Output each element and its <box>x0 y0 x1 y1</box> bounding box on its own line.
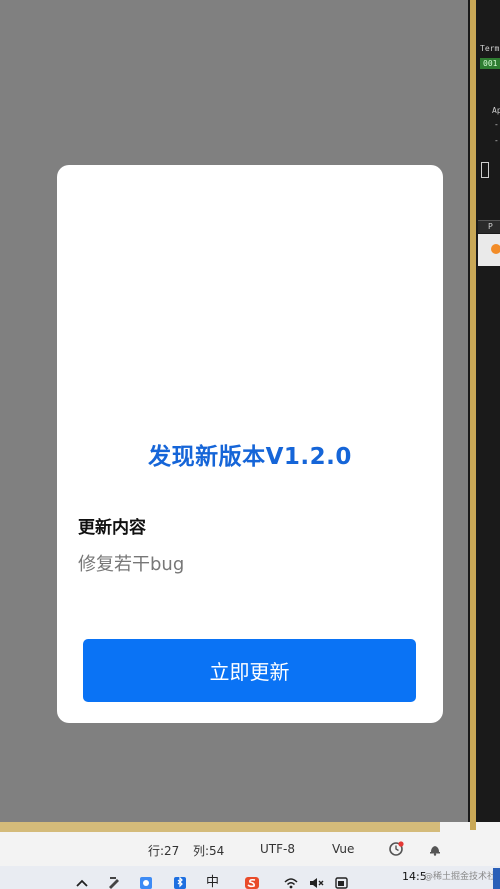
sync-clock-icon[interactable] <box>388 841 404 857</box>
bluetooth-app-icon[interactable] <box>172 874 188 889</box>
status-bar: 行:27 列:54 UTF-8 Vue <box>0 832 500 866</box>
chevron-up-icon[interactable] <box>74 874 90 889</box>
terminal-tab[interactable]: P <box>478 220 500 233</box>
dialog-title: 发现新版本V1.2.0 <box>148 444 352 470</box>
taskbar-clock[interactable]: 14:5 <box>402 870 427 883</box>
status-column[interactable]: 列:54 <box>193 842 224 859</box>
terminal-panel-label: P <box>488 222 493 231</box>
screen: Term 001 Ap - - P 发现新版本V1.2.0 更新内容 修复若干b… <box>0 0 500 889</box>
ime-indicator[interactable]: 中 <box>206 871 222 889</box>
window-border <box>470 0 476 830</box>
status-encoding[interactable]: UTF-8 <box>260 842 295 856</box>
terminal-header: Term <box>480 44 500 53</box>
notification-bell-icon[interactable] <box>428 842 442 856</box>
battery-icon[interactable] <box>334 874 350 889</box>
window-bottom-border <box>0 822 440 832</box>
app-tray-icon[interactable] <box>138 874 154 889</box>
speaker-muted-icon[interactable] <box>308 874 324 889</box>
update-dialog: 发现新版本V1.2.0 更新内容 修复若干bug 立即更新 <box>57 165 443 723</box>
wifi-icon[interactable] <box>283 874 299 889</box>
terminal-line: - <box>494 136 499 145</box>
terminal-line: - <box>494 120 499 129</box>
terminal-badge: 001 <box>480 58 500 69</box>
status-line[interactable]: 行:27 <box>148 842 179 859</box>
orange-status-icon <box>491 244 500 254</box>
terminal-line: Ap <box>492 106 500 115</box>
update-content-label: 更新内容 <box>78 518 146 538</box>
watermark: @稀土掘金技术社区 <box>424 872 500 882</box>
status-language[interactable]: Vue <box>332 842 354 856</box>
update-content-text: 修复若干bug <box>78 554 185 575</box>
update-now-button[interactable]: 立即更新 <box>83 639 416 702</box>
taskbar-edge <box>493 868 500 889</box>
terminal-cursor <box>481 162 489 178</box>
sogou-input-icon[interactable] <box>244 874 260 889</box>
pen-icon[interactable] <box>106 874 122 889</box>
